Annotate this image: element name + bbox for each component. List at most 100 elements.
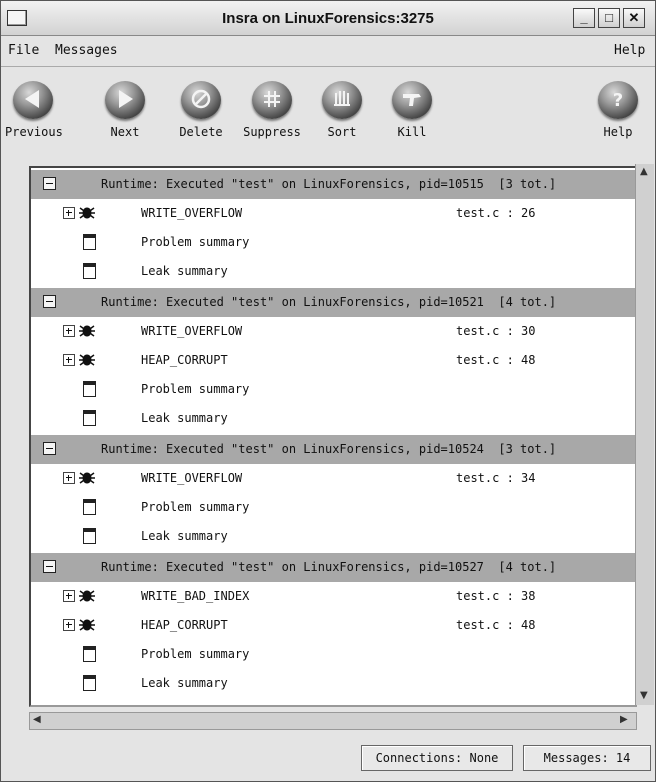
help-button[interactable]: ? Help bbox=[595, 81, 641, 139]
previous-label: Previous bbox=[5, 125, 63, 139]
next-label: Next bbox=[110, 125, 140, 139]
summary-name: Problem summary bbox=[141, 235, 250, 249]
next-icon bbox=[105, 81, 145, 119]
error-name: WRITE_BAD_INDEX bbox=[141, 589, 250, 603]
group-header[interactable]: Runtime: Executed "test" on LinuxForensi… bbox=[31, 288, 635, 317]
help-icon: ? bbox=[598, 81, 638, 119]
document-icon bbox=[83, 646, 96, 662]
summary-name: Leak summary bbox=[141, 264, 228, 278]
error-location[interactable]: test.c : 38 bbox=[456, 589, 535, 603]
title-bar[interactable]: Insra on LinuxForensics:3275 _ □ ✕ bbox=[1, 1, 655, 36]
close-button[interactable]: ✕ bbox=[623, 8, 645, 28]
kill-button[interactable]: Kill bbox=[389, 81, 435, 139]
list-item[interactable]: Leak summary bbox=[31, 669, 635, 698]
collapse-icon[interactable] bbox=[43, 560, 56, 573]
collapse-icon[interactable] bbox=[43, 442, 56, 455]
window-title: Insra on LinuxForensics:3275 bbox=[222, 10, 434, 27]
scroll-left-icon[interactable]: ◀ bbox=[33, 714, 41, 725]
list-item[interactable]: WRITE_BAD_INDEX test.c : 38 bbox=[31, 582, 635, 611]
group-header[interactable]: Runtime: Executed "test" on LinuxForensi… bbox=[31, 170, 635, 199]
group-header[interactable]: Runtime: Executed "test" on LinuxForensi… bbox=[31, 553, 635, 582]
list-item[interactable]: Problem summary bbox=[31, 493, 635, 522]
document-icon bbox=[83, 675, 96, 691]
sort-label: Sort bbox=[327, 125, 357, 139]
horizontal-scrollbar[interactable]: ◀ ▶ bbox=[29, 712, 637, 730]
error-name: HEAP_CORRUPT bbox=[141, 618, 228, 632]
vertical-scrollbar[interactable]: ▲ ▼ bbox=[635, 164, 654, 705]
scroll-up-icon[interactable]: ▲ bbox=[640, 166, 648, 177]
maximize-button[interactable]: □ bbox=[598, 8, 620, 28]
error-location[interactable]: test.c : 26 bbox=[456, 206, 535, 220]
scroll-right-icon[interactable]: ▶ bbox=[620, 714, 628, 725]
delete-button[interactable]: Delete bbox=[176, 81, 226, 139]
bug-icon bbox=[79, 207, 95, 219]
list-item[interactable]: Leak summary bbox=[31, 522, 635, 551]
summary-name: Leak summary bbox=[141, 411, 228, 425]
message-list[interactable]: Runtime: Executed "test" on LinuxForensi… bbox=[29, 166, 637, 707]
bug-icon bbox=[79, 325, 95, 337]
menu-messages[interactable]: Messages bbox=[55, 43, 118, 58]
list-item[interactable]: Problem summary bbox=[31, 375, 635, 404]
previous-button[interactable]: Previous bbox=[5, 81, 63, 139]
summary-name: Problem summary bbox=[141, 647, 250, 661]
group-header[interactable]: Runtime: Executed "test" on LinuxForensi… bbox=[31, 435, 635, 464]
suppress-icon bbox=[252, 81, 292, 119]
insra-window: Insra on LinuxForensics:3275 _ □ ✕ File … bbox=[0, 0, 656, 782]
error-name: HEAP_CORRUPT bbox=[141, 353, 228, 367]
error-location[interactable]: test.c : 48 bbox=[456, 618, 535, 632]
next-button[interactable]: Next bbox=[103, 81, 147, 139]
delete-label: Delete bbox=[179, 125, 223, 139]
expand-icon[interactable] bbox=[63, 207, 75, 219]
group-header-text: Runtime: Executed "test" on LinuxForensi… bbox=[101, 560, 557, 574]
sort-icon bbox=[322, 81, 362, 119]
summary-name: Problem summary bbox=[141, 382, 250, 396]
kill-icon bbox=[392, 81, 432, 119]
group-header-text: Runtime: Executed "test" on LinuxForensi… bbox=[101, 177, 557, 191]
bug-icon bbox=[79, 354, 95, 366]
suppress-button[interactable]: Suppress bbox=[239, 81, 305, 139]
list-item[interactable]: Leak summary bbox=[31, 404, 635, 433]
delete-icon bbox=[181, 81, 221, 119]
list-item[interactable]: WRITE_OVERFLOW test.c : 26 bbox=[31, 199, 635, 228]
list-item[interactable]: Leak summary bbox=[31, 257, 635, 286]
expand-icon[interactable] bbox=[63, 354, 75, 366]
list-item[interactable]: HEAP_CORRUPT test.c : 48 bbox=[31, 611, 635, 640]
collapse-icon[interactable] bbox=[43, 295, 56, 308]
expand-icon[interactable] bbox=[63, 590, 75, 602]
bug-icon bbox=[79, 472, 95, 484]
document-icon bbox=[83, 381, 96, 397]
list-item[interactable]: Problem summary bbox=[31, 228, 635, 257]
error-location[interactable]: test.c : 34 bbox=[456, 471, 535, 485]
menu-help[interactable]: Help bbox=[614, 43, 645, 58]
error-name: WRITE_OVERFLOW bbox=[141, 471, 243, 485]
document-icon bbox=[83, 528, 96, 544]
menu-file[interactable]: File bbox=[8, 43, 39, 58]
list-item[interactable]: Problem summary bbox=[31, 640, 635, 669]
summary-name: Problem summary bbox=[141, 500, 250, 514]
group-header-text: Runtime: Executed "test" on LinuxForensi… bbox=[101, 295, 557, 309]
error-name: WRITE_OVERFLOW bbox=[141, 206, 243, 220]
summary-name: Leak summary bbox=[141, 529, 228, 543]
document-icon bbox=[83, 234, 96, 250]
expand-icon[interactable] bbox=[63, 325, 75, 337]
scroll-down-icon[interactable]: ▼ bbox=[640, 690, 648, 701]
list-item[interactable]: WRITE_OVERFLOW test.c : 30 bbox=[31, 317, 635, 346]
group-header-text: Runtime: Executed "test" on LinuxForensi… bbox=[101, 442, 557, 456]
suppress-label: Suppress bbox=[243, 125, 301, 139]
minimize-button[interactable]: _ bbox=[573, 8, 595, 28]
messages-status: Messages: 14 bbox=[523, 745, 651, 771]
error-location[interactable]: test.c : 48 bbox=[456, 353, 535, 367]
list-item[interactable]: WRITE_OVERFLOW test.c : 34 bbox=[31, 464, 635, 493]
expand-icon[interactable] bbox=[63, 472, 75, 484]
previous-icon bbox=[13, 81, 53, 119]
document-icon bbox=[83, 263, 96, 279]
toolbar: Previous Next Delete Suppress Sort Kill … bbox=[1, 69, 655, 159]
error-location[interactable]: test.c : 30 bbox=[456, 324, 535, 338]
collapse-icon[interactable] bbox=[43, 177, 56, 190]
sort-button[interactable]: Sort bbox=[319, 81, 365, 139]
expand-icon[interactable] bbox=[63, 619, 75, 631]
list-item[interactable]: HEAP_CORRUPT test.c : 48 bbox=[31, 346, 635, 375]
connections-status: Connections: None bbox=[361, 745, 513, 771]
kill-label: Kill bbox=[397, 125, 427, 139]
menu-bar: File Messages Help bbox=[1, 36, 655, 67]
